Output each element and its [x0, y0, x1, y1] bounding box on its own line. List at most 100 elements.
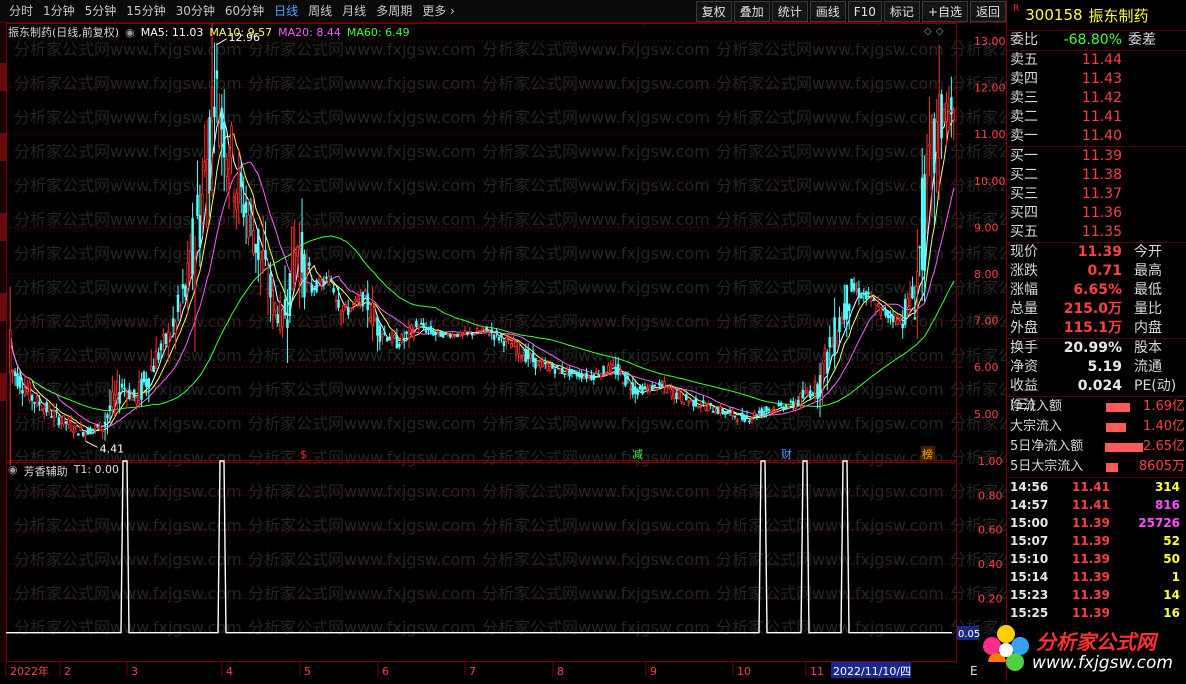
candle-body [171, 318, 175, 327]
candle-body [816, 384, 819, 400]
candle-body [60, 420, 63, 424]
tab-5min[interactable]: 5分钟 [80, 0, 122, 22]
weibi-row: 委比 -68.80% 委差 [1007, 31, 1186, 51]
stat-row: 换手 20.99% 股本 [1007, 339, 1186, 358]
tab-30min[interactable]: 30分钟 [171, 0, 220, 22]
candle-body [354, 298, 357, 302]
candle-body [106, 414, 109, 419]
adjust-button[interactable]: 复权 [695, 1, 732, 22]
tab-weekly[interactable]: 周线 [303, 0, 337, 22]
candle-body [312, 287, 316, 291]
tick-row[interactable]: 15:23 11.39 14 [1007, 586, 1186, 604]
candle-body [930, 121, 934, 159]
candle-body [541, 360, 545, 367]
book-label: 卖二 [1010, 109, 1038, 125]
f10-button[interactable]: F10 [847, 1, 882, 22]
tab-intraday[interactable]: 分时 [4, 0, 38, 22]
ask-row[interactable]: 卖二 11.41 [1007, 108, 1186, 127]
back-button[interactable]: 返回 [969, 1, 1006, 22]
watermark-text: 分析家公式网www.fxjgsw.com [248, 346, 476, 365]
tab-more[interactable]: 更多 › [417, 0, 460, 22]
chart-option-icons[interactable]: ◇◇ [924, 26, 947, 37]
candle-body [28, 382, 31, 401]
candle-body [295, 246, 299, 257]
candle-body [366, 293, 369, 311]
tab-1min[interactable]: 1分钟 [38, 0, 80, 22]
indicator-settings-icon[interactable]: ◉ [8, 463, 18, 479]
candle-body [176, 294, 180, 313]
ask-row[interactable]: 卖三 11.42 [1007, 89, 1186, 108]
tab-60min[interactable]: 60分钟 [220, 0, 269, 22]
candle-body [159, 343, 163, 351]
bid-row[interactable]: 买五 11.35 [1007, 223, 1186, 242]
watermark-text: 分析家公式网www.fxjgsw.com [248, 584, 476, 603]
candle-body [782, 406, 785, 410]
candle-body [334, 299, 338, 302]
tick-row[interactable]: 15:07 11.39 52 [1007, 532, 1186, 550]
watermark-text: 分析家公式网www.fxjgsw.com [716, 584, 944, 603]
candle-body [869, 297, 873, 302]
ask-row[interactable]: 卖五 11.44 [1007, 51, 1186, 70]
candle-body [220, 108, 224, 130]
candle-body [376, 316, 379, 336]
bid-row[interactable]: 买三 11.37 [1007, 185, 1186, 204]
candle-body [466, 331, 469, 334]
tab-monthly[interactable]: 月线 [337, 0, 371, 22]
tab-daily[interactable]: 日线 [269, 0, 303, 22]
bid-row[interactable]: 买二 11.38 [1007, 166, 1186, 185]
candle-body [205, 158, 209, 228]
tick-row[interactable]: 15:00 11.39 25726 [1007, 514, 1186, 532]
statistics-button[interactable]: 统计 [771, 1, 808, 22]
candle-body [813, 381, 817, 394]
candle-body [424, 327, 428, 333]
candle-body [77, 433, 80, 436]
stat-row: 涨跌 0.71 最高 [1007, 262, 1186, 281]
candle-body [266, 288, 270, 294]
candle-body [728, 410, 732, 413]
tick-list[interactable]: 14:56 11.41 314 14:57 11.41 816 15:00 11.39 2572… [1007, 478, 1186, 622]
indicator-legend: ◉ 芳香辅助 T1: 0.00 [8, 463, 119, 479]
watermark-logo: 分析家公式网 www.fxjgsw.com [976, 618, 1186, 681]
candle-body [563, 373, 566, 376]
candle-body [342, 305, 345, 312]
watermark-text: 分析家公式网www.fxjgsw.com [716, 244, 944, 263]
candle-body [743, 415, 746, 422]
candle-body [648, 385, 652, 392]
candle-body [23, 387, 27, 396]
stat-label: 换手 [1010, 340, 1038, 356]
settings-icon[interactable]: ◉ [125, 26, 135, 39]
draw-line-button[interactable]: 画线 [809, 1, 846, 22]
candle-body [64, 421, 68, 424]
ask-row[interactable]: 卖一 11.40 [1007, 127, 1186, 146]
bid-row[interactable]: 买四 11.36 [1007, 204, 1186, 223]
candle-body [750, 417, 754, 420]
candle-body [40, 409, 44, 412]
tick-time: 15:00 [1010, 516, 1049, 530]
bid-row[interactable]: 买一 11.39 [1007, 147, 1186, 166]
candle-body [412, 332, 416, 339]
tick-row[interactable]: 14:57 11.41 816 [1007, 496, 1186, 514]
kline-chart-svg[interactable]: 分析家公式网www.fxjgsw.com 分析家公式网www.fxjgsw.com… [0, 3, 1178, 663]
low-label: 4.41 [100, 442, 125, 455]
watermark-text: 分析家公式网www.fxjgsw.com [716, 618, 944, 637]
tab-multi-period[interactable]: 多周期 [371, 0, 417, 22]
fund-flows: 净流入额 1.69亿 大宗流入 1.40亿 5日净流入额 2.65亿 5日大宗流入 8605万 [1007, 397, 1186, 478]
candle-body [152, 365, 155, 373]
candle-body [731, 409, 734, 417]
chart-area[interactable]: 分析家公式网www.fxjgsw.com 分析家公式网www.fxjgsw.com… [0, 3, 1178, 663]
candle-body [903, 299, 907, 325]
tick-row[interactable]: 15:14 11.39 1 [1007, 568, 1186, 586]
tick-row[interactable]: 14:56 11.41 314 [1007, 478, 1186, 496]
add-watchlist-button[interactable]: +自选 [921, 1, 968, 22]
tick-row[interactable]: 15:10 11.39 50 [1007, 550, 1186, 568]
candle-body [624, 372, 627, 386]
candle-body [21, 389, 24, 394]
mark-button[interactable]: 标记 [883, 1, 920, 22]
y-tick-label: 10.00 [974, 175, 1006, 188]
ask-row[interactable]: 卖四 11.43 [1007, 70, 1186, 89]
overlay-button[interactable]: 叠加 [733, 1, 770, 22]
candle-body [259, 251, 262, 260]
watermark-text: 分析家公式网www.fxjgsw.com [950, 108, 1006, 127]
tab-15min[interactable]: 15分钟 [121, 0, 170, 22]
watermark-text: 分析家公式网www.fxjgsw.com [482, 142, 710, 161]
